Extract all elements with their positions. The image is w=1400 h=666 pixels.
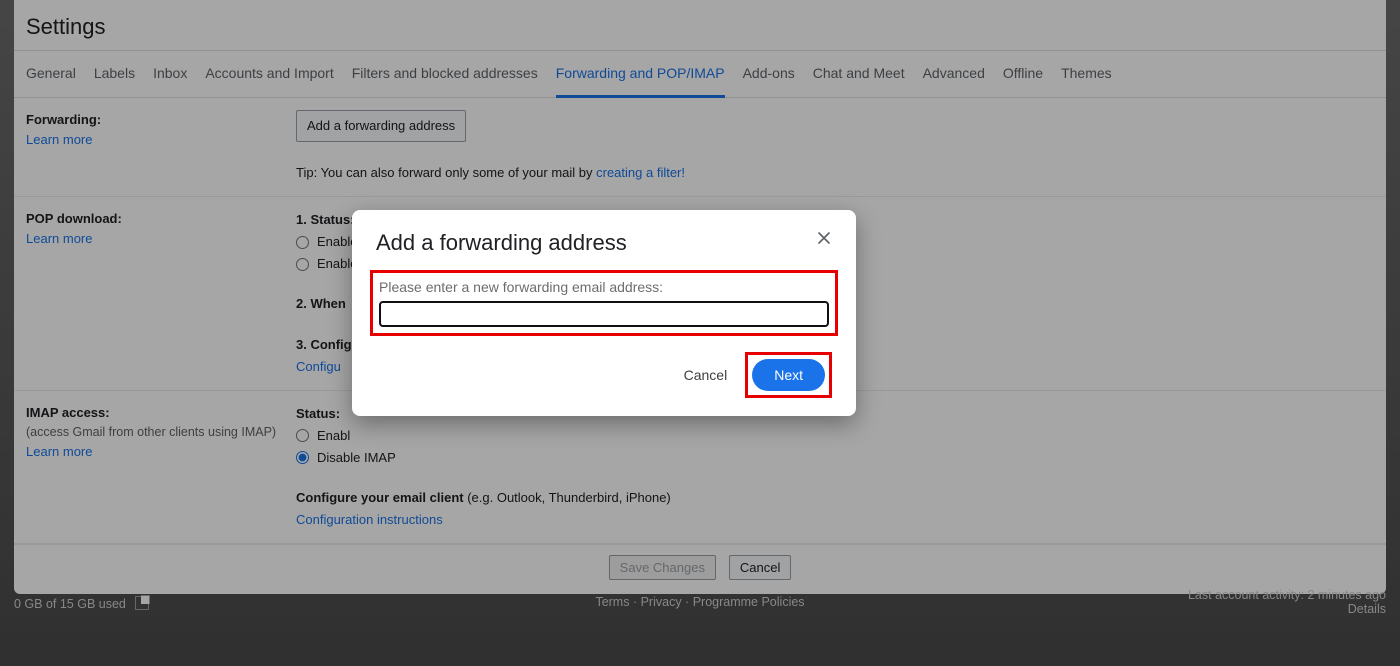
tab-forwarding[interactable]: Forwarding and POP/IMAP	[556, 51, 725, 98]
external-link-icon[interactable]	[135, 596, 149, 610]
page-title: Settings	[14, 0, 1386, 50]
tab-themes[interactable]: Themes	[1061, 51, 1112, 97]
imap-configure-paren: (e.g. Outlook, Thunderbird, iPhone)	[467, 490, 671, 505]
forwarding-learn-more-link[interactable]: Learn more	[26, 132, 92, 147]
section-forwarding: Forwarding: Learn more Add a forwarding …	[14, 98, 1386, 197]
tab-addons[interactable]: Add-ons	[743, 51, 795, 97]
tab-offline[interactable]: Offline	[1003, 51, 1043, 97]
imap-configure-label: Configure your email client	[296, 490, 467, 505]
imap-enable-label: Enabl	[317, 425, 350, 447]
imap-learn-more-link[interactable]: Learn more	[26, 444, 92, 459]
tab-accounts[interactable]: Accounts and Import	[205, 51, 333, 97]
pop-learn-more-link[interactable]: Learn more	[26, 231, 92, 246]
pop-enable-radio[interactable]	[296, 258, 309, 271]
pop-enable-all-radio[interactable]	[296, 236, 309, 249]
pop-status-label: 1. Status:	[296, 212, 358, 227]
tab-general[interactable]: General	[26, 51, 76, 97]
add-forwarding-address-dialog: Add a forwarding address Please enter a …	[352, 210, 856, 416]
forwarding-heading: Forwarding:	[26, 112, 101, 127]
cancel-button[interactable]: Cancel	[729, 555, 791, 580]
tab-labels[interactable]: Labels	[94, 51, 135, 97]
imap-heading: IMAP access:	[26, 405, 110, 420]
forwarding-tip-text: Tip: You can also forward only some of y…	[296, 165, 596, 180]
imap-subheading: (access Gmail from other clients using I…	[26, 425, 276, 439]
forwarding-email-label: Please enter a new forwarding email addr…	[379, 279, 829, 295]
pop-heading: POP download:	[26, 211, 122, 226]
forwarding-email-input[interactable]	[379, 301, 829, 327]
highlight-next-button: Next	[745, 352, 832, 398]
dialog-title: Add a forwarding address	[376, 230, 832, 256]
footer-bar: 0 GB of 15 GB used Terms · Privacy · Pro…	[14, 588, 1386, 616]
close-icon[interactable]	[814, 228, 838, 252]
highlight-input-area: Please enter a new forwarding email addr…	[370, 270, 838, 336]
tab-inbox[interactable]: Inbox	[153, 51, 187, 97]
pop-config-link[interactable]: Configu	[296, 359, 341, 374]
dialog-cancel-button[interactable]: Cancel	[666, 357, 746, 393]
dialog-next-button[interactable]: Next	[752, 359, 825, 391]
terms-link[interactable]: Terms	[595, 595, 629, 609]
programme-policies-link[interactable]: Programme Policies	[693, 595, 805, 609]
tab-chat[interactable]: Chat and Meet	[813, 51, 905, 97]
save-changes-button: Save Changes	[609, 555, 716, 580]
imap-config-instructions-link[interactable]: Configuration instructions	[296, 512, 443, 527]
account-activity-text: Last account activity: 2 minutes ago	[1188, 588, 1386, 602]
settings-tabs: General Labels Inbox Accounts and Import…	[14, 50, 1386, 98]
tab-advanced[interactable]: Advanced	[923, 51, 985, 97]
imap-disable-label: Disable IMAP	[317, 447, 396, 469]
storage-used-text: 0 GB of 15 GB used	[14, 597, 126, 611]
imap-enable-radio[interactable]	[296, 429, 309, 442]
details-link[interactable]: Details	[1348, 602, 1386, 616]
add-forwarding-address-button[interactable]: Add a forwarding address	[296, 110, 466, 142]
creating-filter-link[interactable]: creating a filter!	[596, 165, 685, 180]
tab-filters[interactable]: Filters and blocked addresses	[352, 51, 538, 97]
privacy-link[interactable]: Privacy	[641, 595, 682, 609]
imap-disable-radio[interactable]	[296, 451, 309, 464]
